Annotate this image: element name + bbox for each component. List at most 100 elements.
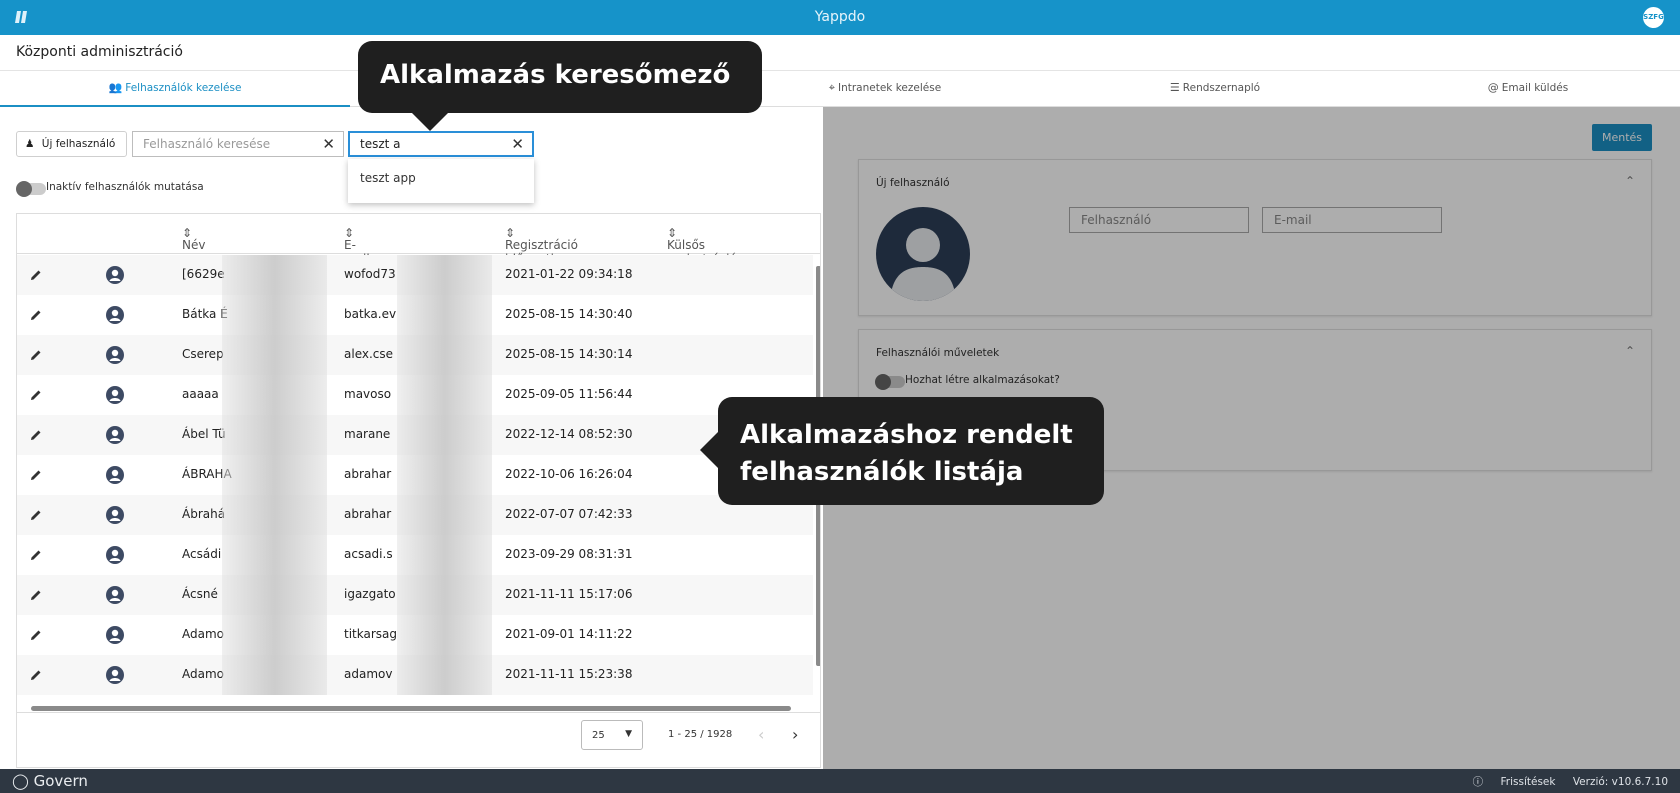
redacted-email — [397, 415, 492, 455]
table-row[interactable]: Adamo titkarsag 2021-09-01 14:11:22 — [17, 615, 813, 655]
row-email: mavoso — [344, 387, 392, 401]
row-email: marane — [344, 427, 391, 441]
prev-page-icon[interactable]: ‹ — [758, 725, 764, 744]
redacted-email — [397, 495, 492, 535]
row-email: adamov — [344, 667, 393, 681]
user-avatar-icon — [106, 506, 124, 524]
row-registered: 2021-11-11 15:23:38 — [505, 667, 633, 681]
app-header: Yappdo SZFG — [0, 0, 1680, 35]
edit-icon[interactable] — [29, 668, 43, 682]
user-avatar-icon — [106, 626, 124, 644]
redacted-email — [397, 295, 492, 335]
inactive-users-label: Inaktív felhasználók mutatása — [46, 181, 204, 193]
row-registered: 2021-09-01 14:11:22 — [505, 627, 633, 641]
table-row[interactable]: ÁBRAHA abrahar 2022-10-06 16:26:04 — [17, 455, 813, 495]
new-user-button[interactable]: ♟ Új felhasználó — [16, 131, 127, 157]
edit-icon[interactable] — [29, 268, 43, 282]
inactive-users-toggle[interactable] — [16, 181, 46, 197]
row-registered: 2023-09-29 08:31:31 — [505, 547, 633, 561]
user-avatar-icon — [106, 306, 124, 324]
tab-intranets[interactable]: ⌖ Intranetek kezelése — [770, 71, 1000, 107]
row-registered: 2025-09-05 11:56:44 — [505, 387, 633, 401]
user-avatar[interactable]: SZFG — [1643, 7, 1664, 28]
clear-app-search-icon[interactable]: ✕ — [511, 133, 524, 155]
search-field-callout: Alkalmazás keresőmező — [358, 41, 762, 131]
table-row[interactable]: Ábel Tü marane 2022-12-14 08:52:30 — [17, 415, 813, 455]
row-name: Acsádi — [182, 547, 222, 561]
edit-icon[interactable] — [29, 388, 43, 402]
tab-syslog-label: Rendszernapló — [1182, 82, 1261, 94]
redacted-name — [222, 655, 327, 695]
table-row[interactable]: Ácsné igazgato 2021-11-11 15:17:06 — [17, 575, 813, 615]
redacted-email — [397, 375, 492, 415]
info-icon: ⓘ — [1472, 776, 1484, 788]
user-avatar-icon — [106, 586, 124, 604]
page-size-select[interactable]: 25 ▼ — [581, 720, 643, 750]
user-avatar-icon — [106, 426, 124, 444]
edit-icon[interactable] — [29, 348, 43, 362]
row-email: batka.ev — [344, 307, 397, 321]
new-user-label: Új felhasználó — [41, 138, 116, 150]
user-search-input[interactable]: Felhasználó keresése ✕ — [132, 131, 344, 157]
table-header: Név ⇕ E-mail ⇕ Regisztráció időpontja ⇕ … — [17, 214, 820, 266]
tab-syslog[interactable]: ☰ Rendszernapló — [1100, 71, 1330, 107]
col-email[interactable]: E-mail ⇕ — [344, 226, 370, 266]
redacted-name — [222, 295, 327, 335]
edit-icon[interactable] — [29, 308, 43, 322]
edit-icon[interactable] — [29, 468, 43, 482]
row-registered: 2022-07-07 07:42:33 — [505, 507, 633, 521]
edit-icon[interactable] — [29, 588, 43, 602]
col-name[interactable]: Név ⇕ — [182, 226, 205, 252]
footer-right: ⓘ Frissítések Verzió: v10.6.7.10 — [1445, 774, 1668, 789]
edit-icon[interactable] — [29, 428, 43, 442]
user-list-callout-line1: Alkalmazáshoz rendelt — [740, 420, 1073, 450]
table-row[interactable]: Ábrahá abrahar 2022-07-07 07:42:33 — [17, 495, 813, 535]
col-external[interactable]: Külsős regisztráció ⇕ — [667, 226, 737, 266]
redacted-email — [397, 575, 492, 615]
table-row[interactable]: Adamo adamov 2021-11-11 15:23:38 — [17, 655, 813, 695]
page-header: Központi adminisztráció — [0, 35, 1680, 71]
row-name: aaaaa — [182, 387, 219, 401]
add-user-icon: ♟ — [25, 138, 35, 150]
redacted-name — [222, 495, 327, 535]
redacted-name — [222, 335, 327, 375]
edit-icon[interactable] — [29, 548, 43, 562]
redacted-name — [222, 415, 327, 455]
row-email: wofod73 — [344, 267, 396, 281]
tab-users[interactable]: 👥 Felhasználók kezelése — [0, 71, 350, 107]
table-row[interactable]: Acsádi acsadi.s 2023-09-29 08:31:31 — [17, 535, 813, 575]
row-email: acsadi.s — [344, 547, 393, 561]
tab-email[interactable]: @ Email küldés — [1413, 71, 1643, 107]
user-avatar-icon — [106, 346, 124, 364]
next-page-icon[interactable]: › — [792, 725, 798, 744]
user-avatar-icon — [106, 266, 124, 284]
clear-user-search-icon[interactable]: ✕ — [322, 132, 335, 156]
redacted-email — [397, 255, 492, 295]
row-email: titkarsag — [344, 627, 397, 641]
redacted-name — [222, 455, 327, 495]
col-registered[interactable]: Regisztráció időpontja ⇕ — [505, 226, 578, 266]
horizontal-scrollbar[interactable] — [31, 706, 811, 712]
table-row[interactable]: aaaaa mavoso 2025-09-05 11:56:44 — [17, 375, 813, 415]
edit-icon[interactable] — [29, 628, 43, 642]
table-row[interactable]: [6629e wofod73 2021-01-22 09:34:18 — [17, 255, 813, 295]
redacted-name — [222, 575, 327, 615]
row-name: Cserep — [182, 347, 224, 361]
at-icon: @ — [1487, 81, 1499, 94]
user-avatar-icon — [106, 546, 124, 564]
row-email: igazgato — [344, 587, 396, 601]
app-suggestion-item[interactable]: teszt app — [348, 159, 534, 203]
dropdown-arrow-icon: ▼ — [625, 729, 632, 739]
tab-users-label: Felhasználók kezelése — [125, 82, 242, 94]
redacted-email — [397, 455, 492, 495]
table-row[interactable]: Cserep alex.cse 2025-08-15 14:30:14 — [17, 335, 813, 375]
redacted-name — [222, 375, 327, 415]
edit-icon[interactable] — [29, 508, 43, 522]
redacted-email — [397, 335, 492, 375]
updates-link[interactable]: ⓘ Frissítések — [1459, 776, 1556, 788]
table-row[interactable]: Bátka É batka.ev 2025-08-15 14:30:40 — [17, 295, 813, 335]
redacted-email — [397, 535, 492, 575]
page-size-value: 25 — [592, 730, 605, 741]
app-search-input[interactable]: teszt a ✕ — [348, 131, 534, 157]
user-avatar-icon — [106, 666, 124, 684]
